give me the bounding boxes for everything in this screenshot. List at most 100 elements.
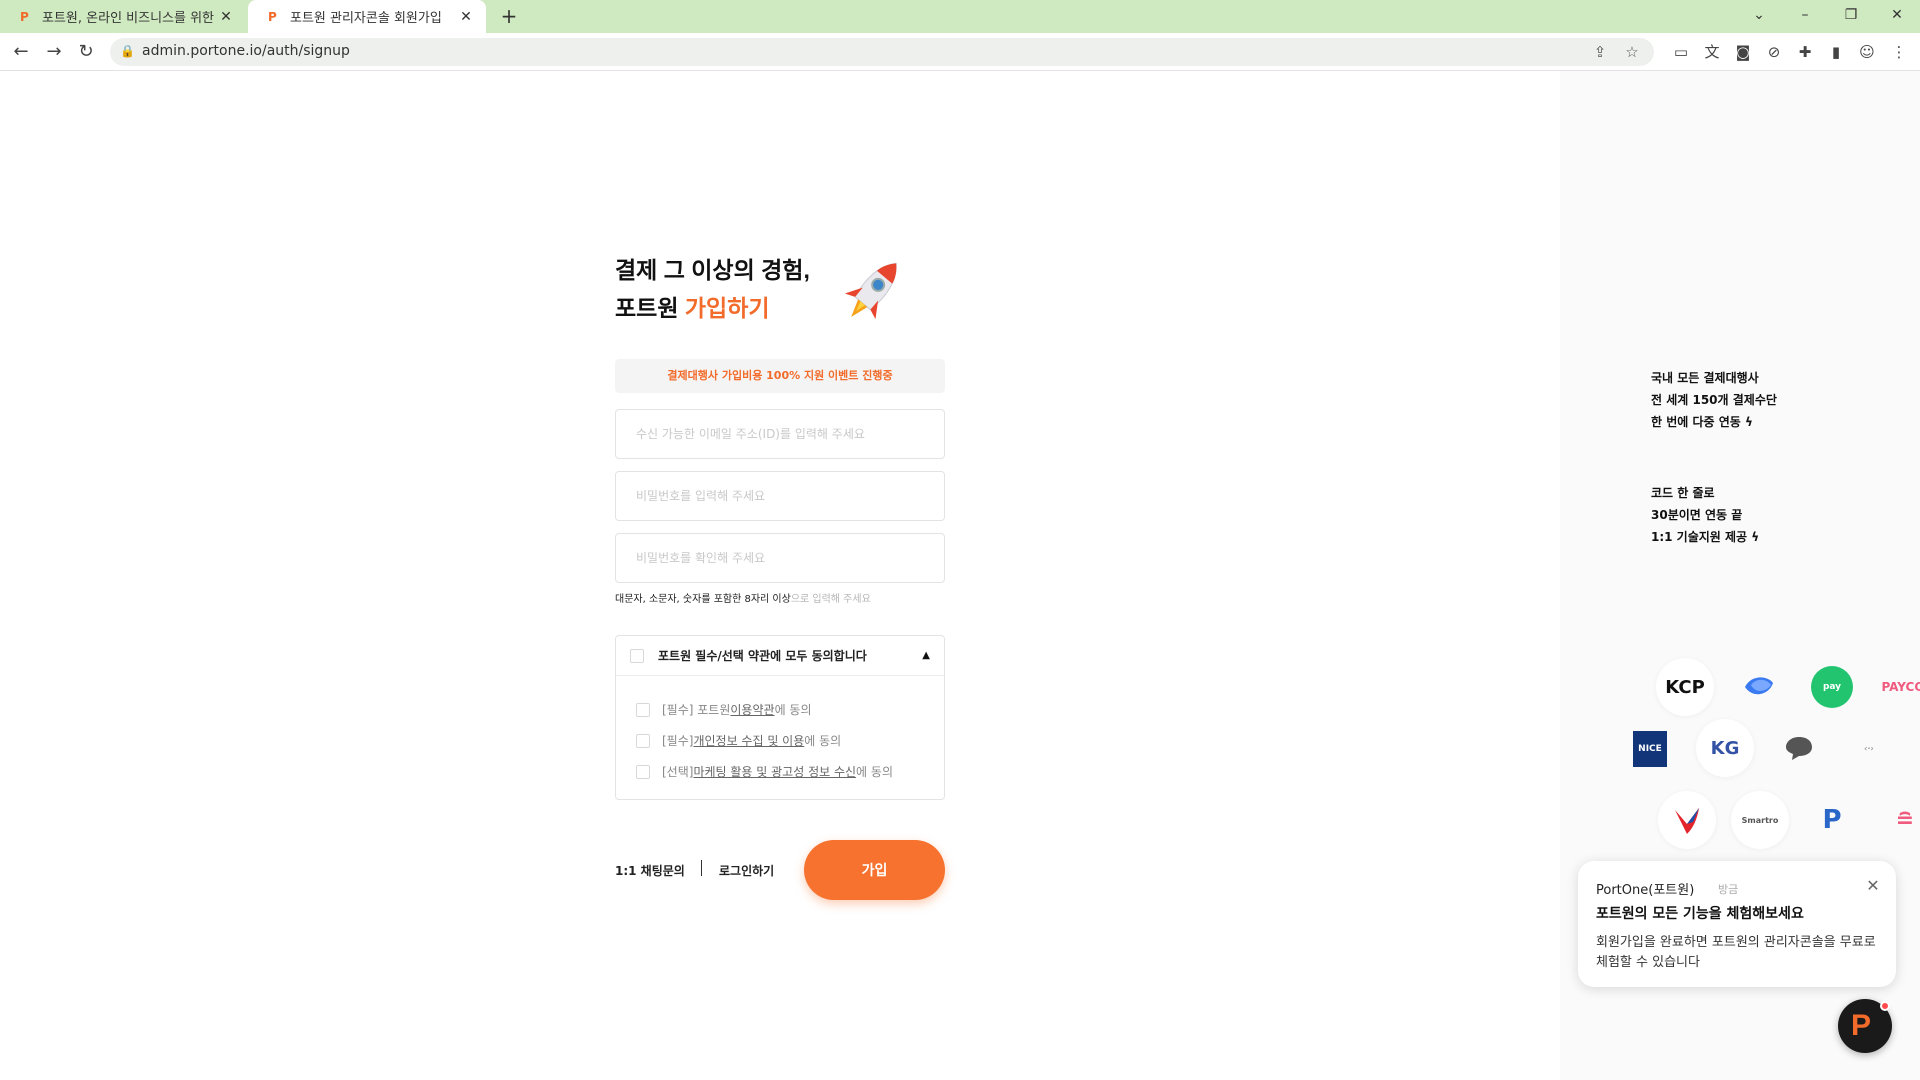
logo-toss-icon [1730, 658, 1788, 716]
tab-label: 포트원 관리자콘솔 회원가입 [290, 11, 442, 26]
browser-toolbar: ← → ↻ 🔒 admin.portone.io/auth/signup ⇪ ☆… [0, 33, 1920, 71]
logo-danal-icon: ‹·› [1864, 743, 1874, 753]
lock-icon: 🔒 [120, 44, 135, 58]
terms-all-row[interactable]: 포트원 필수/선택 약관에 모두 동의합니다 ▲ [616, 636, 944, 676]
chat-body: 회원가입을 완료하면 포트원의 관리자콘솔을 무료로 체험할 수 있습니다 [1596, 935, 1876, 970]
lightning-icon: ϟ [1751, 530, 1760, 544]
marketing-line: 코드 한 줄로 [1651, 486, 1715, 500]
terms-box: 포트원 필수/선택 약관에 모두 동의합니다 ▲ [필수] 포트원 이용약관 에 … [615, 635, 945, 800]
chat-launcher-button[interactable]: P [1838, 999, 1892, 1053]
chat-sender: PortOne(포트원) [1596, 883, 1695, 898]
marketing-line: 전 세계 150개 결제수단 [1651, 393, 1777, 407]
address-bar[interactable]: 🔒 admin.portone.io/auth/signup ⇪ ☆ [110, 38, 1654, 66]
portone-favicon-icon: P [20, 9, 29, 24]
email-field[interactable] [615, 409, 945, 459]
tab-bar: P 포트원, 온라인 비즈니스를 위한 ✕ P 포트원 관리자콘솔 회원가입 ✕… [0, 0, 1920, 33]
page: 결제 그 이상의 경험, 포트원 가입하기 결제대행사 가입비용 100% 지원… [0, 71, 1920, 1080]
lightning-icon: ϟ [1745, 415, 1753, 429]
term-suffix: 에 동의 [856, 765, 893, 779]
marketing-line-text: 1:1 기술지원 제공 [1651, 530, 1748, 544]
extensions-puzzle-icon[interactable]: ✚ [1794, 41, 1816, 63]
camera-icon[interactable]: ◙ [1732, 41, 1754, 63]
login-link[interactable]: 로그인하기 [719, 862, 774, 879]
profile-avatar-icon[interactable]: ☺ [1856, 41, 1878, 63]
tab-portone-home[interactable]: P 포트원, 온라인 비즈니스를 위한 ✕ [0, 0, 246, 33]
terms-all-checkbox[interactable] [630, 648, 644, 663]
forward-icon[interactable]: → [41, 39, 67, 65]
reload-icon[interactable]: ↻ [73, 39, 99, 65]
marketing-line: 1:1 기술지원 제공 ϟ [1651, 526, 1759, 548]
menu-kebab-icon[interactable]: ⋮ [1888, 41, 1910, 63]
marketing-line: 30분이면 연동 끝 [1651, 508, 1743, 522]
term-checkbox[interactable] [636, 702, 650, 717]
form-actions: 1:1 채팅문의 로그인하기 가입 [615, 840, 945, 900]
term-row-privacy: [필수] 개인정보 수집 및 이용 에 동의 [636, 725, 924, 756]
marketing-copy-1: 국내 모든 결제대행사 전 세계 150개 결제수단 한 번에 다중 연동 ϟ [1651, 367, 1777, 433]
notification-dot-icon [1880, 1001, 1890, 1011]
side-panel-icon[interactable]: ▮ [1825, 41, 1847, 63]
logo-chat-bubble-icon [1770, 719, 1828, 777]
password-hint: 대문자, 소문자, 숫자를 포함한 8자리 이상으로 입력해 주세요 [615, 590, 945, 605]
password-confirm-field[interactable] [615, 533, 945, 583]
terms-list: [필수] 포트원 이용약관 에 동의 [필수] 개인정보 수집 및 이용 에 동의 … [616, 676, 944, 799]
divider [701, 860, 702, 876]
share-icon[interactable]: ⇪ [1590, 42, 1610, 62]
portone-logo-icon: P [1851, 1009, 1872, 1042]
tab-label: 포트원, 온라인 비즈니스를 위한 [42, 11, 215, 26]
term-row-service: [필수] 포트원 이용약관 에 동의 [636, 694, 924, 725]
logo-paypal: P [1822, 805, 1842, 835]
term-link[interactable]: 개인정보 수집 및 이용 [693, 732, 804, 749]
headline-accent: 가입하기 [684, 295, 770, 321]
chat-inquiry-link[interactable]: 1:1 채팅문의 [615, 862, 685, 879]
logo-kg: KG [1696, 719, 1754, 777]
back-icon[interactable]: ← [8, 39, 34, 65]
password-field[interactable] [615, 471, 945, 521]
marketing-line-text: 한 번에 다중 연동 [1651, 415, 1741, 429]
close-window-icon[interactable]: ✕ [1874, 0, 1920, 33]
term-prefix: [필수] 포트원 [662, 703, 731, 717]
logo-kcp: KCP [1656, 658, 1714, 716]
extension-sync-icon[interactable]: ⊘ [1763, 41, 1785, 63]
term-prefix: [필수] [662, 734, 694, 748]
tab-search-icon[interactable]: ⌄ [1736, 0, 1782, 33]
term-link[interactable]: 이용약관 [730, 701, 774, 718]
chat-title: 포트원의 모든 기능을 체험해보세요 [1596, 906, 1804, 922]
rocket-icon [844, 262, 897, 320]
bookmark-star-icon[interactable]: ☆ [1622, 42, 1642, 62]
password-hint-strong: 대문자, 소문자, 숫자를 포함한 8자리 이상 [615, 594, 791, 605]
new-tab-button[interactable]: + [498, 6, 520, 28]
term-link[interactable]: 마케팅 활용 및 광고성 정보 수신 [693, 763, 856, 780]
tab-signup[interactable]: P 포트원 관리자콘솔 회원가입 ✕ [248, 0, 486, 33]
portone-favicon-icon: P [268, 9, 277, 24]
logo-npay-icon: pay [1811, 666, 1853, 708]
terms-all-label: 포트원 필수/선택 약관에 모두 동의합니다 [658, 649, 867, 663]
logo-nice: NICE [1633, 731, 1667, 767]
signup-form: 결제 그 이상의 경험, 포트원 가입하기 결제대행사 가입비용 100% 지원… [615, 251, 945, 900]
password-hint-rest: 으로 입력해 주세요 [790, 594, 871, 605]
term-checkbox[interactable] [636, 733, 650, 748]
url-text: admin.portone.io/auth/signup [142, 43, 350, 59]
marketing-line: 한 번에 다중 연동 ϟ [1651, 411, 1777, 433]
term-suffix: 에 동의 [774, 703, 812, 717]
term-suffix: 에 동의 [804, 734, 842, 748]
minimize-icon[interactable]: – [1782, 0, 1828, 33]
term-row-marketing: [선택] 마케팅 활용 및 광고성 정보 수신 에 동의 [636, 756, 924, 787]
term-prefix: [선택] [662, 765, 694, 779]
tab-close-icon[interactable]: ✕ [458, 9, 474, 25]
logo-smartro-icon: Smartro [1731, 791, 1789, 849]
translate-icon[interactable]: 文 [1701, 41, 1723, 63]
restore-icon[interactable]: ❐ [1828, 0, 1874, 33]
marketing-line: 국내 모든 결제대행사 [1651, 371, 1759, 385]
term-checkbox[interactable] [636, 764, 650, 779]
close-icon[interactable]: ✕ [1862, 875, 1884, 897]
promo-banner: 결제대행사 가입비용 100% 지원 이벤트 진행중 [615, 359, 945, 393]
signup-button[interactable]: 가입 [804, 840, 945, 900]
marketing-copy-2: 코드 한 줄로 30분이면 연동 끝 1:1 기술지원 제공 ϟ [1651, 482, 1759, 548]
chat-time: 방금 [1718, 883, 1739, 896]
chat-popup[interactable]: PortOne(포트원) 방금 ✕ 포트원의 모든 기능을 체험해보세요 회원가… [1578, 861, 1896, 987]
logo-bird-icon [1658, 791, 1716, 849]
tab-close-icon[interactable]: ✕ [218, 9, 234, 25]
cast-icon[interactable]: ▭ [1670, 41, 1692, 63]
collapse-caret-icon[interactable]: ▲ [922, 650, 930, 661]
headline-prefix: 포트원 [615, 295, 685, 321]
